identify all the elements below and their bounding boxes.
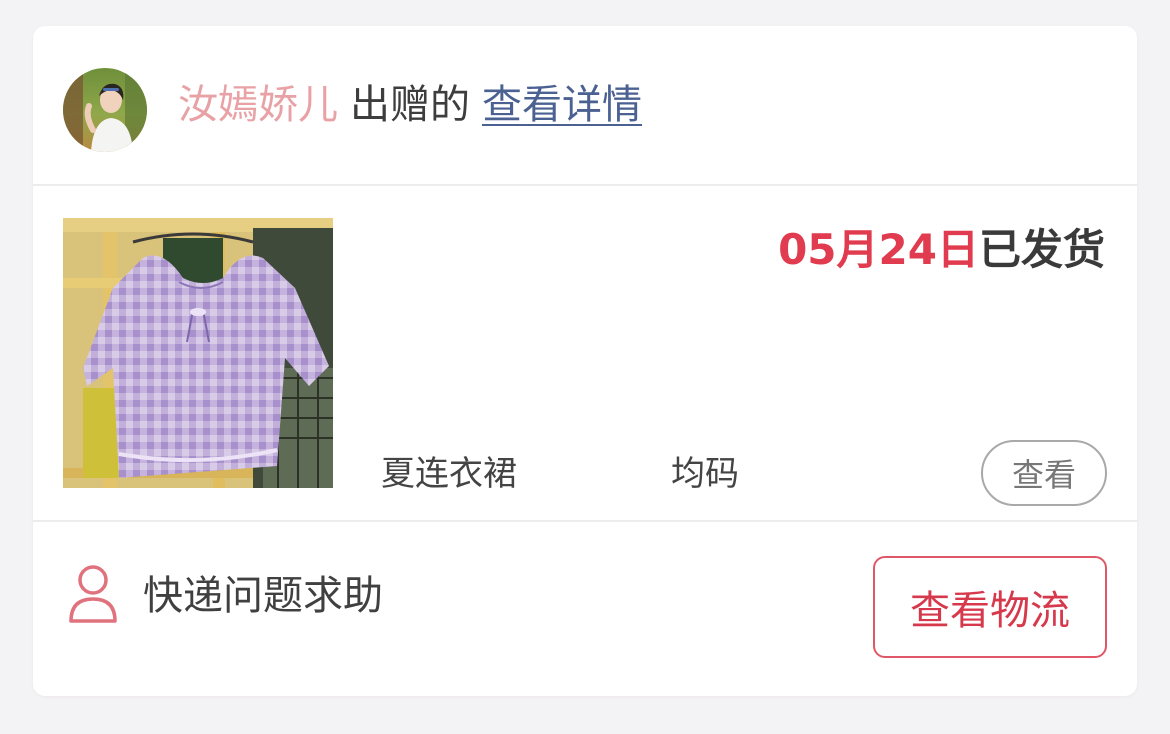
card-footer: 快递问题求助 查看物流 [33,522,1137,696]
card-header: 汝嫣娇儿 出赠的 查看详情 [33,26,1137,186]
ship-date: 05月24日 [778,225,979,274]
product-row: 05月24日已发货 夏连衣裙 均码 查看 [33,186,1137,522]
gift-verb: 出赠的 [350,82,470,128]
blouse-photo-icon [63,218,333,488]
gift-card: 汝嫣娇儿 出赠的 查看详情 05月24日已发货 夏连衣裙 均码 查看 快递问题求… [33,26,1137,696]
item-name: 夏连衣裙 [381,454,517,494]
ship-status-label: 已发货 [978,225,1105,274]
view-logistics-button[interactable]: 查看物流 [873,556,1107,658]
shipping-status: 05月24日已发货 [778,222,1105,278]
product-image[interactable] [63,218,333,488]
view-details-link[interactable]: 查看详情 [482,82,642,128]
item-size: 均码 [671,454,739,494]
avatar-photo-icon [63,68,147,152]
header-line: 汝嫣娇儿 出赠的 查看详情 [178,78,642,132]
shipping-help-link[interactable]: 快递问题求助 [143,568,383,624]
user-icon [67,564,119,624]
giver-name[interactable]: 汝嫣娇儿 [178,82,338,128]
avatar[interactable] [63,68,147,152]
view-item-button[interactable]: 查看 [981,440,1107,506]
